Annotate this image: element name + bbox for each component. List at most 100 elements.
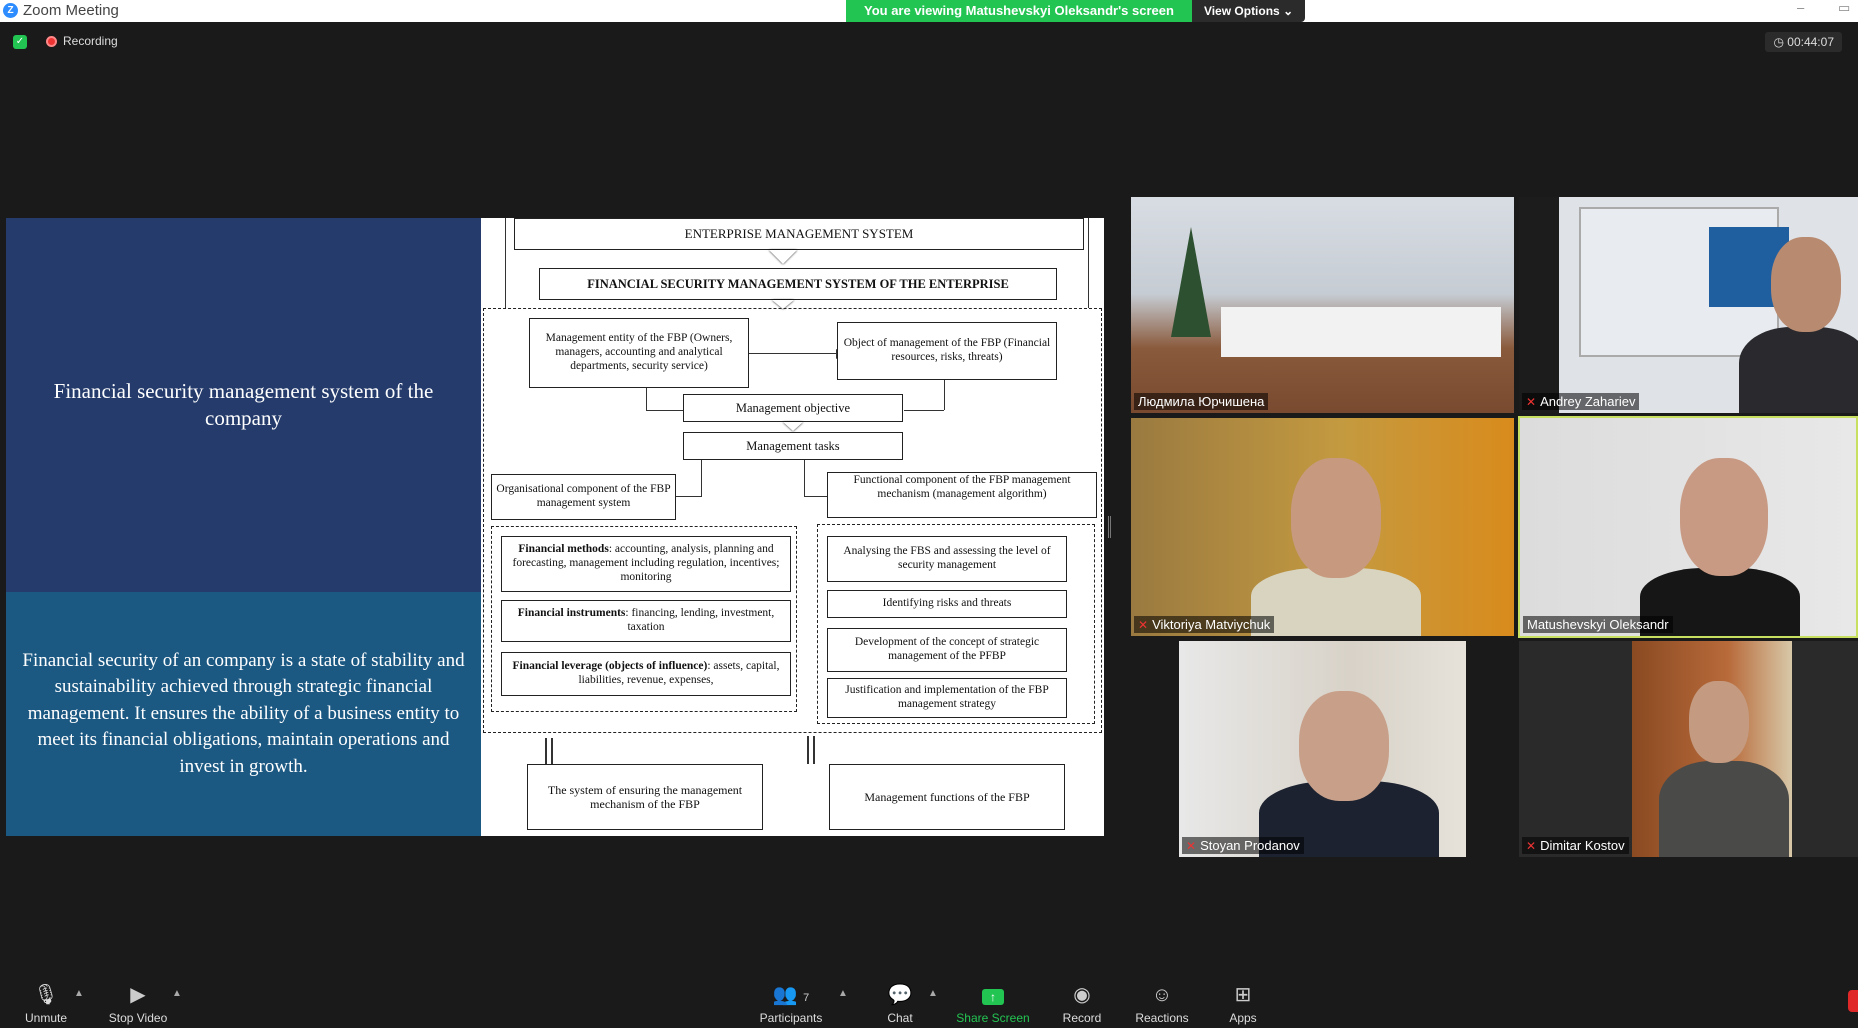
participants-options-caret-icon[interactable]: ▲ [838,988,848,999]
video-camera-icon: ▶ [130,984,146,1006]
minimize-icon[interactable]: – [1797,0,1804,15]
chat-label: Chat [887,1011,913,1025]
reactions-button[interactable]: ☺ Reactions [1134,983,1190,1025]
person-body [1659,761,1789,857]
zoom-logo-icon: Z [3,3,18,18]
video-tile[interactable]: ✕ Stoyan Prodanov [1179,641,1466,857]
record-label: Record [1062,1011,1102,1025]
box-fsms: FINANCIAL SECURITY MANAGEMENT SYSTEM OF … [539,268,1057,300]
person-body [1251,568,1421,636]
box-management-entity: Management entity of the FBP (Owners, ma… [529,318,749,388]
unmute-button[interactable]: 🎙 Unmute [22,983,70,1025]
meeting-timer: ◷ 00:44:07 [1765,32,1842,52]
mic-muted-icon: ✕ [1186,838,1197,853]
box-development: Development of the concept of strategic … [827,628,1067,672]
participant-name-text: Viktoriya Matviychuk [1152,617,1271,632]
end-meeting-button[interactable] [1848,990,1858,1012]
double-arrow [807,736,809,764]
frame-line [505,218,506,308]
apps-label: Apps [1229,1011,1257,1025]
apps-button[interactable]: ⊞ Apps [1226,983,1260,1025]
video-tile[interactable]: Людмила Юрчишена [1131,197,1514,413]
record-dot-icon [46,35,57,47]
double-arrow [551,738,553,764]
stop-video-button[interactable]: ▶ Stop Video [106,983,170,1025]
participants-label: Participants [759,1011,823,1025]
recording-indicator[interactable]: Recording [46,34,118,48]
box-management-tasks: Management tasks [683,432,903,460]
box-management-objective: Management objective [683,394,903,422]
timer-value: 00:44:07 [1787,35,1834,49]
splitter-handle[interactable] [1108,516,1111,538]
instruments-text: : financing, lending, investment, taxati… [625,607,775,633]
view-options-button[interactable]: View Options ⌄ [1191,0,1306,22]
view-options-label: View Options [1203,4,1280,18]
box-financial-instruments: Financial instruments: financing, lendin… [501,600,791,642]
connector [804,460,805,496]
box-financial-methods: Financial methods: accounting, analysis,… [501,536,791,592]
record-icon: ◉ [1073,984,1091,1006]
box-financial-leverage: Financial leverage (objects of influence… [501,652,791,696]
chat-button[interactable]: 💬 Chat [884,983,916,1025]
participants-count: 7 [803,992,810,1004]
box-identifying: Identifying risks and threats [827,590,1067,618]
audio-options-caret-icon[interactable]: ▲ [74,988,84,999]
instruments-bold: Financial instruments [517,607,626,620]
clock-icon: ◷ [1773,35,1784,49]
person-head [1680,458,1768,576]
arrow-down [783,422,803,431]
slide-description: Financial security of an company is a st… [6,592,481,836]
box-analysing: Analysing the FBS and assessing the leve… [827,536,1067,582]
mic-muted-icon: ✕ [1526,394,1537,409]
double-arrow [545,738,547,764]
person-body [1739,327,1858,413]
participant-name-text: Dimitar Kostov [1540,838,1625,853]
box-enterprise: ENTERPRISE MANAGEMENT SYSTEM [514,218,1084,250]
video-tile-active-speaker[interactable]: Matushevskyi Oleksandr [1518,416,1858,638]
mic-muted-icon: ✕ [1526,838,1537,853]
participant-name: Людмила Юрчишена [1134,393,1269,410]
video-tile[interactable]: ✕ Andrey Zahariev [1519,197,1858,413]
box-management-object: Object of management of the FBP (Financi… [837,322,1057,380]
person-head [1291,458,1381,578]
person-head [1689,681,1749,763]
video-options-caret-icon[interactable]: ▲ [172,988,182,999]
shared-screen: Financial security management system of … [6,218,1104,836]
connector [904,410,944,411]
record-button[interactable]: ◉ Record [1062,983,1102,1025]
participants-button[interactable]: 👥 7 Participants [756,983,826,1025]
slide-title: Financial security management system of … [6,218,481,592]
share-screen-button[interactable]: ↑ Share Screen [956,983,1030,1025]
maximize-icon[interactable]: ▭ [1838,0,1850,16]
double-arrow [813,736,815,764]
video-tile[interactable]: ✕ Dimitar Kostov [1519,641,1858,857]
connector [944,380,945,410]
diagram: ENTERPRISE MANAGEMENT SYSTEM FINANCIAL S… [481,218,1104,836]
chevron-down-icon: ⌄ [1283,4,1294,18]
methods-bold: Financial methods [518,543,609,556]
person-head [1299,691,1389,801]
box-organisational-component: Organisational component of the FBP mana… [491,474,676,520]
box-management-functions: Management functions of the FBP [829,764,1065,830]
connector [646,410,684,411]
participant-name: ✕ Viktoriya Matviychuk [1134,616,1275,633]
chat-options-caret-icon[interactable]: ▲ [928,988,938,999]
person-head [1771,237,1841,332]
participant-name: ✕ Dimitar Kostov [1522,837,1629,854]
participant-name: ✕ Stoyan Prodanov [1182,837,1304,854]
window-title: Zoom Meeting [23,2,119,19]
apps-icon: ⊞ [1234,984,1252,1006]
video-tile[interactable]: ✕ Viktoriya Matviychuk [1131,418,1514,636]
connector [804,496,828,497]
connector [676,496,702,497]
connector [749,353,839,354]
participant-name: Matushevskyi Oleksandr [1523,616,1673,633]
screen-share-banner: You are viewing Matushevskyi Oleksandr's… [846,0,1306,22]
share-screen-icon: ↑ [956,983,1030,1007]
security-shield-icon[interactable]: ✓ [13,35,27,49]
stop-video-label: Stop Video [108,1011,168,1025]
microphone-muted-icon: 🎙 [33,984,59,1006]
participant-name-text: Stoyan Prodanov [1200,838,1300,853]
box-justification: Justification and implementation of the … [827,678,1067,718]
smiley-icon: ☺ [1151,984,1173,1006]
